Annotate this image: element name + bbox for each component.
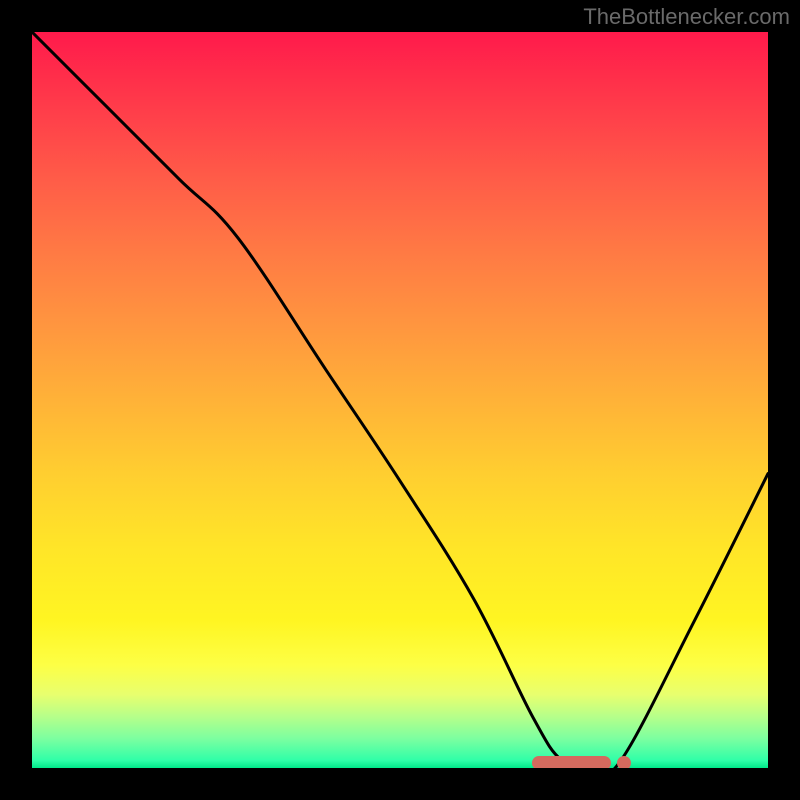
attribution-text: TheBottlenecker.com xyxy=(583,4,790,30)
plot-area xyxy=(32,32,768,768)
bottleneck-curve xyxy=(32,32,768,768)
optimal-range-end-dot xyxy=(617,756,631,768)
optimal-range-marker xyxy=(532,756,610,768)
